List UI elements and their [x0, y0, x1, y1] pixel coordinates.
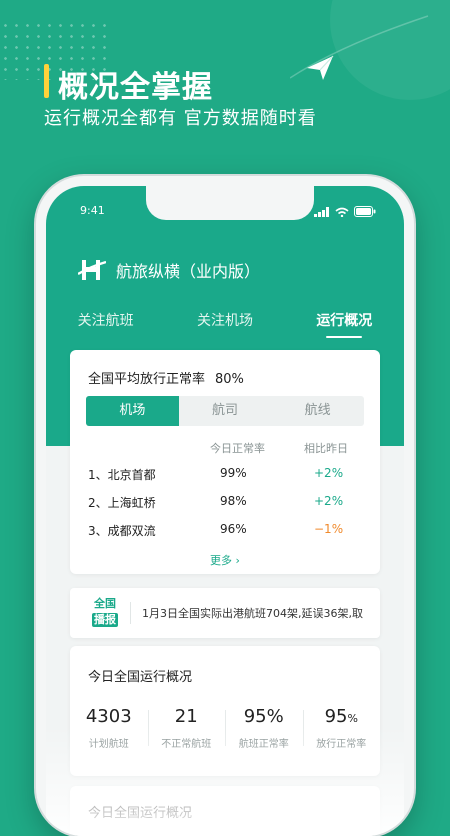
- stat-unit: %: [347, 712, 358, 725]
- badge-line-top: 全国: [94, 597, 116, 610]
- status-time: 9:41: [80, 204, 105, 217]
- hero-accent-bar: [44, 64, 49, 98]
- divider: [130, 602, 131, 624]
- airport-rate: 98%: [220, 494, 247, 508]
- stat-flight-punctuality[interactable]: 95% 航班正常率: [225, 706, 303, 750]
- stat-departure-punctuality[interactable]: 95% 放行正常率: [302, 706, 381, 750]
- more-label: 更多: [210, 554, 233, 567]
- phone-mockup: 9:41 航旅纵横（业内版） 关注航班 关注机场 运行概况 全国平均放行正常率 …: [36, 176, 414, 836]
- hero-title: 概况全掌握: [58, 70, 213, 105]
- status-bar: 9:41: [46, 204, 404, 224]
- airport-rate: 99%: [220, 466, 247, 480]
- national-rate-label: 全国平均放行正常率: [88, 372, 206, 387]
- tab-bar: 关注航班 关注机场 运行概况: [46, 308, 404, 342]
- today-overview-title: 今日全国运行概况: [88, 670, 193, 685]
- wifi-icon: [335, 207, 349, 217]
- punctuality-card: 全国平均放行正常率 80% 机场 航司 航线 今日正常率 相比昨日 1、北京首都 …: [70, 350, 380, 574]
- airport-change: −1%: [314, 522, 344, 536]
- app-logo-icon: [78, 260, 106, 280]
- stats-row: 4303 计划航班 21 不正常航班 95% 航班正常率 95% 放行正常率: [70, 706, 380, 750]
- chevron-right-icon: ›: [235, 554, 240, 567]
- segment-control: 机场 航司 航线: [86, 396, 364, 426]
- app-title-bar: 航旅纵横（业内版）: [78, 258, 260, 282]
- stat-value: 4303: [85, 706, 132, 727]
- stat-planned-flights[interactable]: 4303 计划航班: [70, 706, 148, 750]
- more-link[interactable]: 更多 ›: [70, 552, 380, 568]
- stat-abnormal-flights[interactable]: 21 不正常航班: [147, 706, 226, 750]
- next-overview-card: 今日全国运行概况: [70, 786, 380, 836]
- airport-change: +2%: [314, 494, 344, 508]
- hero-subtitle: 运行概况全都有 官方数据随时看: [44, 108, 317, 129]
- app-name: 航旅纵横（业内版）: [116, 262, 261, 281]
- badge-line-bottom: 播报: [92, 613, 118, 627]
- stat-label: 计划航班: [88, 739, 129, 750]
- tab-followed-flights[interactable]: 关注航班: [78, 308, 134, 342]
- signal-icon: [314, 206, 329, 217]
- national-rate-value: 80%: [215, 372, 244, 387]
- airport-name: 2、上海虹桥: [88, 496, 156, 510]
- airport-name: 1、北京首都: [88, 468, 156, 482]
- airport-name: 3、成都双流: [88, 524, 156, 538]
- airport-change: +2%: [314, 466, 344, 480]
- column-today-rate: 今日正常率: [210, 442, 265, 455]
- next-overview-title: 今日全国运行概况: [88, 806, 193, 821]
- stat-value: 21: [174, 706, 198, 727]
- tab-operations-overview[interactable]: 运行概况: [316, 308, 372, 342]
- segment-route[interactable]: 航线: [271, 396, 364, 426]
- tab-followed-airports[interactable]: 关注机场: [197, 308, 253, 342]
- broadcast-text: 1月3日全国实际出港航班704架,延误36架,取: [142, 607, 363, 620]
- paper-plane-icon: [307, 55, 334, 80]
- broadcast-card[interactable]: 全国 播报 1月3日全国实际出港航班704架,延误36架,取: [70, 588, 380, 638]
- stat-label: 航班正常率: [238, 739, 289, 750]
- stat-label: 放行正常率: [316, 739, 367, 750]
- airport-rate: 96%: [220, 522, 247, 536]
- column-vs-yesterday: 相比昨日: [304, 442, 348, 455]
- stat-value: 95%: [243, 706, 284, 727]
- national-rate-heading: 全国平均放行正常率 80%: [88, 368, 244, 387]
- today-overview-card: 今日全国运行概况 4303 计划航班 21 不正常航班 95% 航班正常率 95…: [70, 646, 380, 776]
- stat-value: 95: [324, 706, 348, 727]
- battery-icon: [354, 206, 376, 217]
- stat-label: 不正常航班: [161, 739, 212, 750]
- phone-screen: 9:41 航旅纵横（业内版） 关注航班 关注机场 运行概况 全国平均放行正常率 …: [46, 186, 404, 836]
- segment-airline[interactable]: 航司: [179, 396, 272, 426]
- broadcast-badge-icon: 全国 播报: [86, 597, 124, 629]
- segment-airport[interactable]: 机场: [86, 396, 179, 426]
